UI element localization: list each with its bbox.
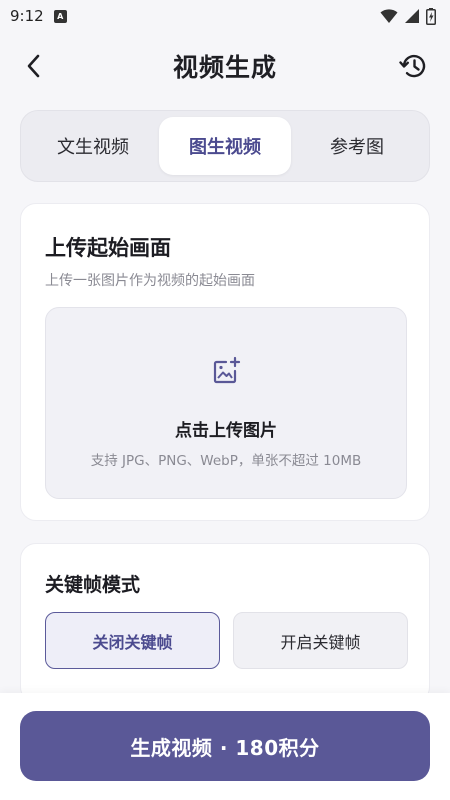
keyframe-title: 关键帧模式	[45, 574, 141, 596]
add-image-icon	[213, 356, 241, 384]
status-right	[380, 7, 436, 25]
dropzone-hint: 支持 JPG、PNG、WebP，单张不超过 10MB	[90, 453, 362, 469]
keyframe-on-button[interactable]: 开启关键帧	[233, 612, 408, 669]
status-bar: 9:12 A	[0, 0, 450, 32]
tab-reference-image[interactable]: 参考图	[291, 117, 423, 175]
notification-badge-icon: A	[53, 9, 67, 23]
tab-text-to-video[interactable]: 文生视频	[27, 117, 159, 175]
status-time: 9:12	[10, 7, 44, 25]
tab-image-to-video[interactable]: 图生视频	[159, 117, 291, 175]
keyframe-card: 关键帧模式 关闭关键帧 开启关键帧	[20, 543, 430, 703]
bottom-action-bar: 生成视频 · 180积分	[0, 693, 450, 800]
page-title: 视频生成	[172, 53, 277, 82]
upload-subtitle: 上传一张图片作为视频的起始画面	[45, 273, 255, 289]
battery-icon	[426, 7, 436, 25]
history-button[interactable]	[398, 50, 430, 82]
signal-icon	[405, 9, 419, 23]
keyframe-off-button[interactable]: 关闭关键帧	[45, 612, 220, 669]
upload-card: 上传起始画面 上传一张图片作为视频的起始画面 点击上传图片 支持 JPG、PNG…	[20, 203, 430, 521]
app-header: 视频生成	[0, 40, 450, 92]
mode-tabs: 文生视频 图生视频 参考图	[20, 110, 430, 182]
back-button[interactable]	[20, 52, 48, 80]
upload-dropzone[interactable]: 点击上传图片 支持 JPG、PNG、WebP，单张不超过 10MB	[45, 307, 407, 499]
chevron-left-icon	[27, 54, 40, 78]
dropzone-title: 点击上传图片	[175, 421, 277, 441]
history-icon	[399, 54, 426, 78]
wifi-icon	[380, 9, 398, 23]
upload-title: 上传起始画面	[45, 236, 171, 260]
generate-video-button[interactable]: 生成视频 · 180积分	[20, 711, 430, 781]
status-left: 9:12 A	[10, 7, 67, 25]
